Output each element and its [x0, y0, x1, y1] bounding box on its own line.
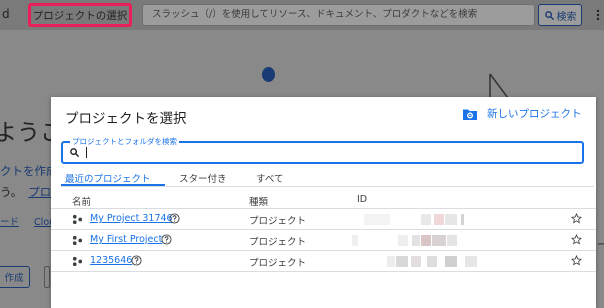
new-project-icon	[463, 109, 477, 120]
new-project-button[interactable]: 新しいプロジェクト	[462, 106, 582, 121]
top-bar: d プロジェクトの選択 スラッシュ（/）を使用してリソース、ドキュメント、プロダ…	[0, 0, 604, 30]
project-picker-button[interactable]: プロジェクトの選択	[28, 3, 132, 27]
hint-text: う。 プロ	[0, 184, 51, 200]
project-tabs: 最近のプロジェクト スター付き すべて	[61, 167, 594, 187]
column-header-name: 名前	[72, 197, 92, 208]
project-row[interactable]: 1235646 プロジェクト	[51, 250, 596, 271]
project-search-input[interactable]	[85, 145, 575, 161]
search-icon	[544, 10, 554, 20]
search-button-label: 検索	[556, 11, 577, 23]
project-name-link[interactable]: 1235646	[90, 255, 132, 266]
project-icon	[72, 235, 83, 246]
dialog-title: プロジェクトを選択	[65, 111, 187, 127]
hint-text-body: う。	[0, 185, 23, 199]
search-button[interactable]: 検索	[538, 4, 582, 26]
tab-all[interactable]: すべて	[256, 171, 283, 185]
project-row[interactable]: My Project 31746 プロジェクト	[51, 208, 596, 229]
text-caret	[86, 147, 87, 158]
column-header-type: 種類	[249, 197, 269, 208]
project-type: プロジェクト	[249, 237, 307, 248]
create-project-link[interactable]: クトを作成	[0, 163, 58, 179]
quick-links: ード Clou	[0, 214, 55, 228]
create-button[interactable]: 作成	[0, 266, 30, 288]
secondary-button[interactable]	[44, 266, 50, 288]
more-icon[interactable]	[592, 9, 604, 21]
project-name-link[interactable]: My First Project	[90, 234, 162, 245]
project-list: My Project 31746 プロジェクト My First Project…	[51, 208, 596, 272]
tab-starred[interactable]: スター付き	[179, 171, 227, 185]
brand-text: d	[2, 7, 10, 21]
help-icon[interactable]	[161, 234, 172, 245]
column-header-id: ID	[357, 194, 368, 205]
minus-icon: −	[597, 239, 604, 250]
help-icon[interactable]	[131, 255, 142, 266]
star-icon[interactable]	[571, 234, 582, 245]
project-icon	[72, 256, 83, 267]
project-search-field[interactable]: プロジェクトとフォルダを検索	[61, 136, 584, 164]
star-icon[interactable]	[571, 255, 582, 266]
new-project-label: 新しいプロジェクト	[487, 108, 582, 120]
project-type: プロジェクト	[249, 216, 307, 227]
project-row[interactable]: My First Project プロジェクト	[51, 229, 596, 250]
project-type: プロジェクト	[249, 258, 307, 269]
tab-recent[interactable]: 最近のプロジェクト	[65, 171, 151, 185]
help-icon[interactable]	[169, 213, 180, 224]
active-tab-indicator	[61, 184, 165, 186]
search-icon	[70, 148, 80, 158]
project-name-link[interactable]: My Project 31746	[90, 213, 173, 224]
hint-link[interactable]: プロ	[28, 185, 51, 199]
decorative-dot	[262, 67, 275, 82]
project-icon	[72, 214, 83, 225]
select-project-dialog: プロジェクトを選択 新しいプロジェクト プロジェクトとフォルダを検索 最近のプロ…	[51, 97, 596, 308]
list-bottom-divider	[51, 271, 596, 272]
quick-link-1[interactable]: ード	[0, 214, 19, 228]
star-icon[interactable]	[571, 213, 582, 224]
global-search-input[interactable]: スラッシュ（/）を使用してリソース、ドキュメント、プロダクトなどを検索	[142, 4, 535, 26]
